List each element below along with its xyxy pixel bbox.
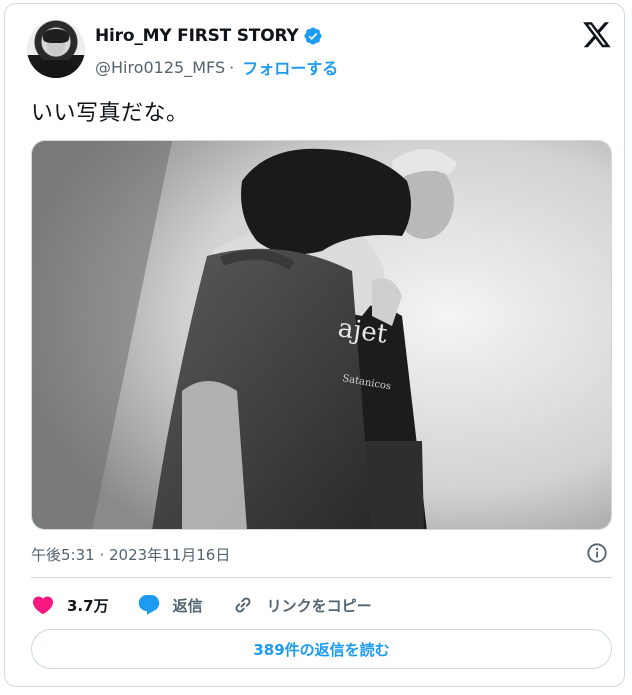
- like-button[interactable]: 3.7万: [31, 593, 109, 617]
- heart-icon: [32, 596, 54, 615]
- photo-image: ajet Satanicos: [32, 141, 611, 529]
- x-logo-icon[interactable]: [582, 22, 612, 50]
- copy-link-label: リンクをコピー: [266, 596, 372, 615]
- copy-link-button[interactable]: リンクをコピー: [231, 593, 372, 617]
- read-replies-label: 389件の返信を読む: [253, 640, 390, 659]
- verified-badge-icon: [303, 27, 322, 45]
- author-name-row[interactable]: Hiro_MY FIRST STORY: [95, 26, 323, 46]
- reply-button[interactable]: 返信: [137, 593, 203, 617]
- info-icon[interactable]: [586, 542, 608, 564]
- action-bar: 3.7万 返信 リンクをコピー: [31, 592, 372, 618]
- separator-dot: ·: [229, 57, 235, 77]
- like-count: 3.7万: [67, 596, 109, 615]
- reply-bubble-icon: [138, 595, 159, 615]
- handle-row: @Hiro0125_MFS · フォローする: [95, 55, 338, 79]
- author-display-name[interactable]: Hiro_MY FIRST STORY: [95, 26, 299, 46]
- author-handle[interactable]: @Hiro0125_MFS: [95, 58, 225, 77]
- tweet-text: いい写真だな。: [31, 101, 189, 126]
- follow-button[interactable]: フォローする: [242, 55, 338, 79]
- reply-label: 返信: [172, 596, 203, 615]
- read-replies-button[interactable]: 389件の返信を読む: [31, 629, 612, 669]
- tweet-timestamp[interactable]: 午後5:31 · 2023年11月16日: [31, 544, 230, 565]
- tweet-photo[interactable]: ajet Satanicos: [31, 140, 612, 530]
- avatar[interactable]: [27, 20, 85, 78]
- divider: [31, 577, 612, 578]
- link-icon: [235, 597, 251, 613]
- tweet-card: Hiro_MY FIRST STORY @Hiro0125_MFS · フォロー…: [4, 3, 625, 687]
